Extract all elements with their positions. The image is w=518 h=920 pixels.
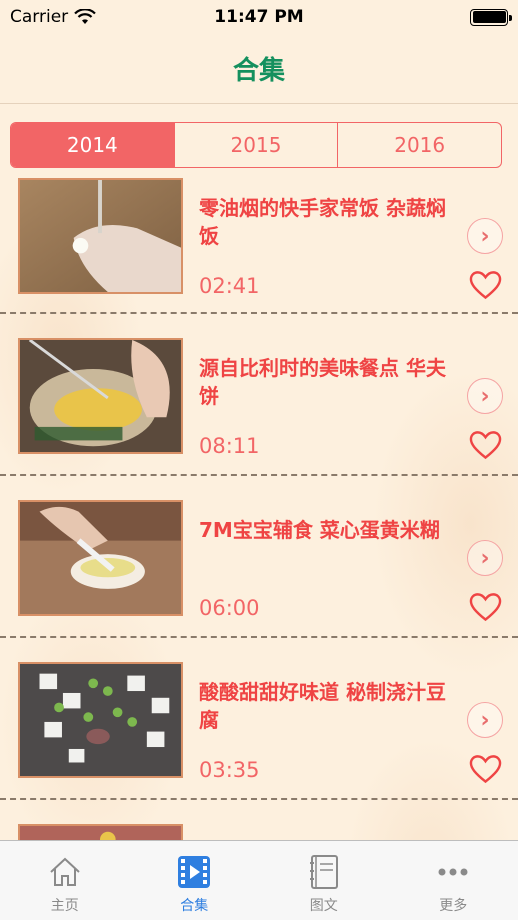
tab-collection[interactable]: 合集 <box>130 841 260 920</box>
video-title[interactable]: 酸酸甜甜好味道 秘制浇汁豆腐 <box>199 678 461 734</box>
status-bar: Carrier 11:47 PM <box>0 0 518 34</box>
chevron-right-icon[interactable]: › <box>467 702 503 738</box>
segment-2016[interactable]: 2016 <box>338 123 501 167</box>
chevron-right-icon[interactable]: › <box>467 378 503 414</box>
video-thumbnail[interactable] <box>18 338 183 454</box>
heart-icon[interactable] <box>469 592 502 622</box>
video-duration: 03:35 <box>199 758 260 782</box>
navigation-bar: 合集 <box>0 34 518 104</box>
tab-bar: 主页 合集 图文 更多 <box>0 840 518 920</box>
video-row-partial[interactable] <box>0 800 518 840</box>
tab-label: 更多 <box>439 898 468 914</box>
video-thumbnail[interactable] <box>18 178 183 294</box>
video-row[interactable]: 零油烟的快手家常饭 杂蔬焖饭 02:41 › <box>0 178 518 314</box>
carrier-label: Carrier <box>10 7 69 27</box>
heart-icon[interactable] <box>469 270 502 300</box>
tab-label: 主页 <box>50 898 79 914</box>
video-row[interactable]: 7M宝宝辅食 菜心蛋黄米糊 06:00 › <box>0 476 518 638</box>
video-thumbnail[interactable] <box>18 662 183 778</box>
video-title[interactable]: 源自比利时的美味餐点 华夫饼 <box>199 354 461 410</box>
video-duration: 02:41 <box>199 274 260 298</box>
heart-icon[interactable] <box>469 754 502 784</box>
video-row[interactable]: 酸酸甜甜好味道 秘制浇汁豆腐 03:35 › <box>0 638 518 800</box>
video-list[interactable]: 零油烟的快手家常饭 杂蔬焖饭 02:41 › 源自比利时的美味餐点 华夫饼 08… <box>0 178 518 840</box>
tab-more[interactable]: 更多 <box>389 841 518 920</box>
film-icon <box>178 856 211 888</box>
tab-label: 合集 <box>180 898 209 914</box>
video-thumbnail[interactable] <box>18 824 183 840</box>
segment-2015[interactable]: 2015 <box>175 123 339 167</box>
chevron-right-icon[interactable]: › <box>467 218 503 254</box>
video-thumbnail[interactable] <box>18 500 183 616</box>
video-row[interactable]: 源自比利时的美味餐点 华夫饼 08:11 › <box>0 314 518 476</box>
more-dots-icon <box>438 868 468 876</box>
chevron-right-icon[interactable]: › <box>467 540 503 576</box>
year-segmented-control[interactable]: 2014 2015 2016 <box>10 122 502 168</box>
notebook-icon <box>309 855 338 889</box>
wifi-icon <box>74 9 96 24</box>
video-title[interactable]: 7M宝宝辅食 菜心蛋黄米糊 <box>199 516 461 544</box>
tab-home[interactable]: 主页 <box>0 841 130 920</box>
video-duration: 08:11 <box>199 434 260 458</box>
page-title: 合集 <box>232 56 285 86</box>
tab-label: 图文 <box>309 898 338 914</box>
tab-articles[interactable]: 图文 <box>259 841 389 920</box>
video-duration: 06:00 <box>199 596 260 620</box>
segment-2014[interactable]: 2014 <box>11 123 175 167</box>
house-icon <box>50 857 80 886</box>
video-title[interactable]: 零油烟的快手家常饭 杂蔬焖饭 <box>199 194 461 250</box>
battery-icon <box>470 8 512 26</box>
heart-icon[interactable] <box>469 430 502 460</box>
